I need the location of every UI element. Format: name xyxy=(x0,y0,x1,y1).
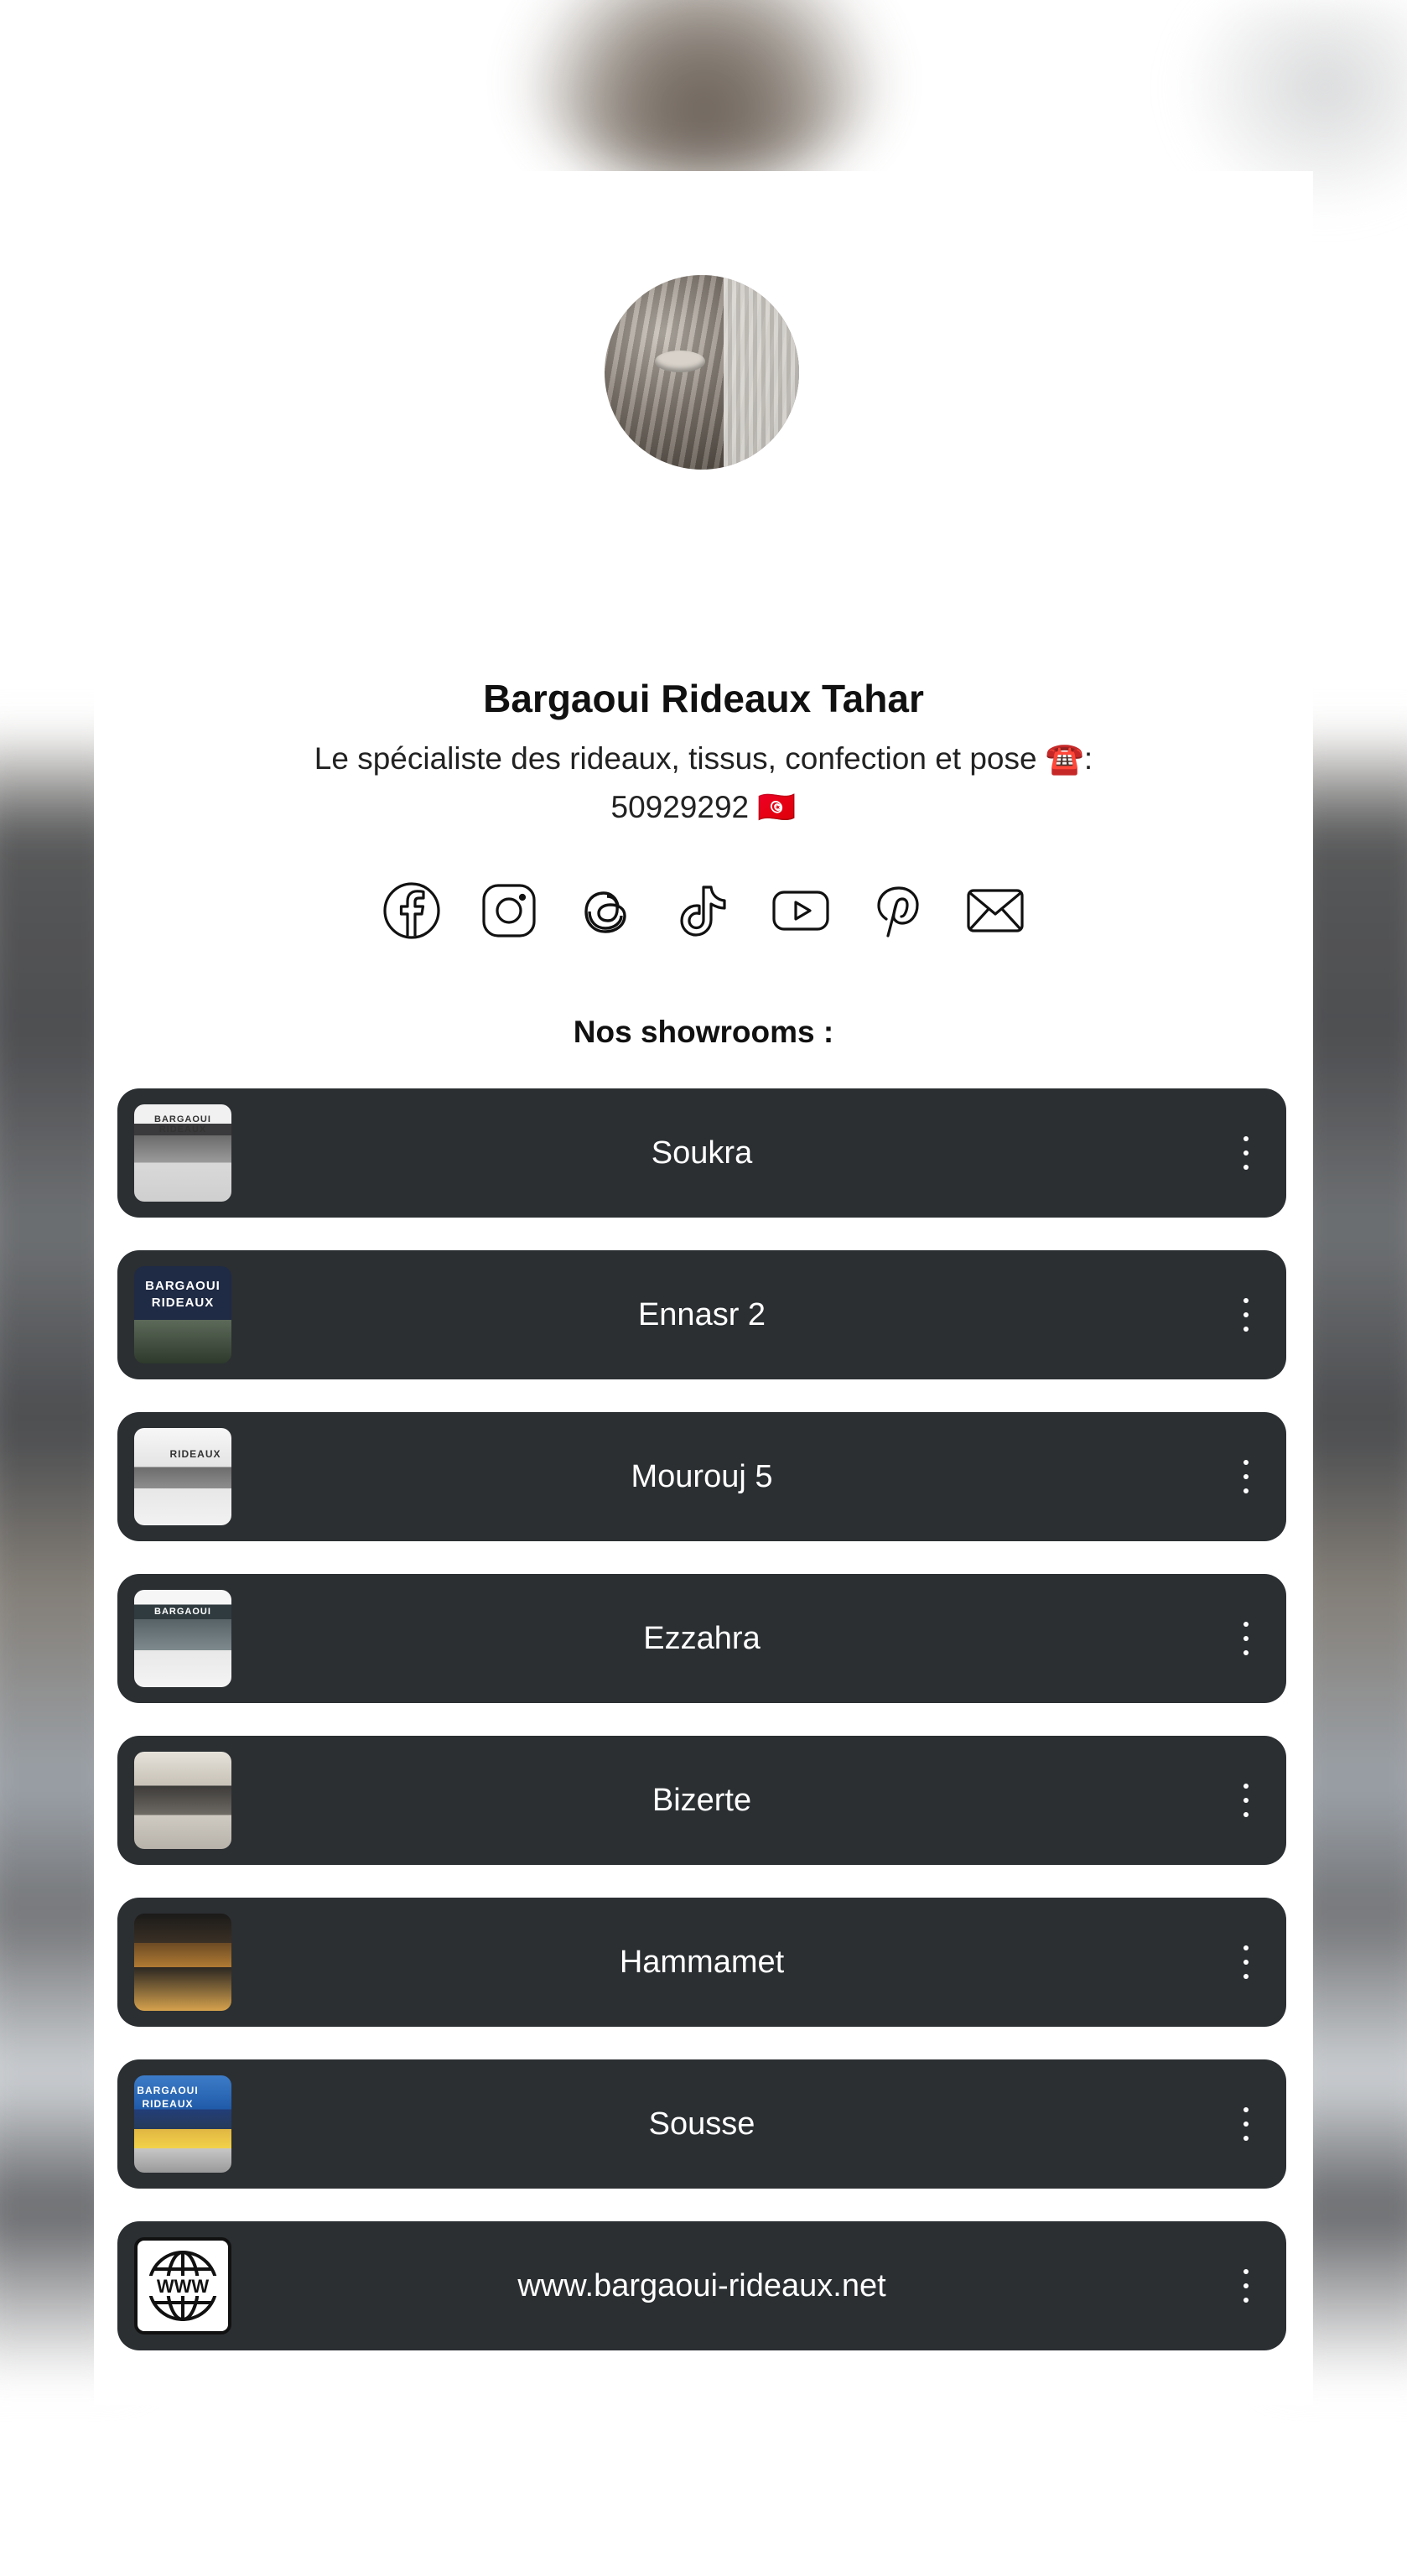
profile-description: Le spécialiste des rideaux, tissus, conf… xyxy=(245,735,1162,832)
background-blur-top xyxy=(520,0,889,184)
link-label: Hammamet xyxy=(619,1944,785,1980)
link-label: www.bargaoui-rideaux.net xyxy=(517,2267,886,2303)
link-button-sousse[interactable]: BARGAOUI RIDEAUX Sousse xyxy=(117,2059,1286,2189)
tiktok-icon[interactable] xyxy=(673,880,734,941)
link-thumbnail: RIDEAUX xyxy=(134,1428,231,1525)
link-thumbnail: BARGAOUI RIDEAUX xyxy=(134,2075,231,2173)
link-label: Sousse xyxy=(648,2106,755,2142)
thumbnail-sign-text: RIDEAUX xyxy=(169,1448,221,1460)
email-icon[interactable] xyxy=(965,880,1025,941)
more-options-icon[interactable] xyxy=(1238,1622,1254,1655)
link-button-ennasr-2[interactable]: BARGAOUI RIDEAUX Ennasr 2 xyxy=(117,1250,1286,1379)
instagram-icon[interactable] xyxy=(479,880,539,941)
link-button-website[interactable]: WWW www.bargaoui-rideaux.net xyxy=(117,2221,1286,2350)
thumbnail-sign-text: BARGAOUI RIDEAUX xyxy=(137,2085,199,2110)
profile-name: Bargaoui Rideaux Tahar xyxy=(483,677,924,720)
link-thumbnail xyxy=(134,1752,231,1849)
facebook-icon[interactable] xyxy=(382,880,442,941)
youtube-icon[interactable] xyxy=(771,880,831,941)
threads-icon[interactable] xyxy=(576,880,636,941)
link-thumbnail: BARGAOUI xyxy=(134,1590,231,1687)
link-label: Bizerte xyxy=(652,1782,752,1818)
link-label: Ennasr 2 xyxy=(637,1296,766,1332)
more-options-icon[interactable] xyxy=(1238,1945,1254,1979)
pinterest-icon[interactable] xyxy=(868,880,928,941)
avatar[interactable] xyxy=(605,275,799,470)
link-button-bizerte[interactable]: Bizerte xyxy=(117,1736,1286,1865)
globe-icon-text: WWW xyxy=(157,2276,210,2297)
link-thumbnail: BARGAOUI RIDEAUX xyxy=(134,1104,231,1202)
link-button-hammamet[interactable]: Hammamet xyxy=(117,1898,1286,2027)
avatar-sheer-curtain xyxy=(724,275,799,470)
profile-description-line-1: Le spécialiste des rideaux, tissus, conf… xyxy=(314,741,1093,776)
showrooms-heading: Nos showrooms : xyxy=(573,1015,834,1049)
profile-card: Bargaoui Rideaux Tahar Le spécialiste de… xyxy=(94,171,1313,2405)
link-label: Mourouj 5 xyxy=(631,1458,773,1494)
more-options-icon[interactable] xyxy=(1238,1136,1254,1170)
thumbnail-sign-text: BARGAOUI xyxy=(154,1607,211,1617)
link-button-soukra[interactable]: BARGAOUI RIDEAUX Soukra xyxy=(117,1088,1286,1218)
more-options-icon[interactable] xyxy=(1238,1298,1254,1332)
profile-description-line-2: 50929292 🇹🇳 xyxy=(610,790,797,824)
avatar-curtain-tie xyxy=(655,351,705,372)
more-options-icon[interactable] xyxy=(1238,1460,1254,1493)
globe-icon: WWW xyxy=(134,2237,231,2334)
link-label: Soukra xyxy=(651,1135,753,1171)
link-thumbnail xyxy=(134,1914,231,2011)
more-options-icon[interactable] xyxy=(1238,2107,1254,2141)
link-list: BARGAOUI RIDEAUX Soukra BARGAOUI RIDEAUX… xyxy=(117,1088,1286,2383)
linktree-page: Bargaoui Rideaux Tahar Le spécialiste de… xyxy=(0,0,1407,2576)
link-button-mourouj-5[interactable]: RIDEAUX Mourouj 5 xyxy=(117,1412,1286,1541)
link-thumbnail: BARGAOUI RIDEAUX xyxy=(134,1266,231,1363)
thumbnail-sign-text: BARGAOUI RIDEAUX xyxy=(145,1279,221,1310)
more-options-icon[interactable] xyxy=(1238,1784,1254,1817)
link-label: Ezzahra xyxy=(643,1620,761,1656)
social-icons-row xyxy=(94,880,1313,948)
link-button-ezzahra[interactable]: BARGAOUI Ezzahra xyxy=(117,1574,1286,1703)
thumbnail-sign-text: BARGAOUI RIDEAUX xyxy=(154,1114,211,1135)
more-options-icon[interactable] xyxy=(1238,2269,1254,2303)
